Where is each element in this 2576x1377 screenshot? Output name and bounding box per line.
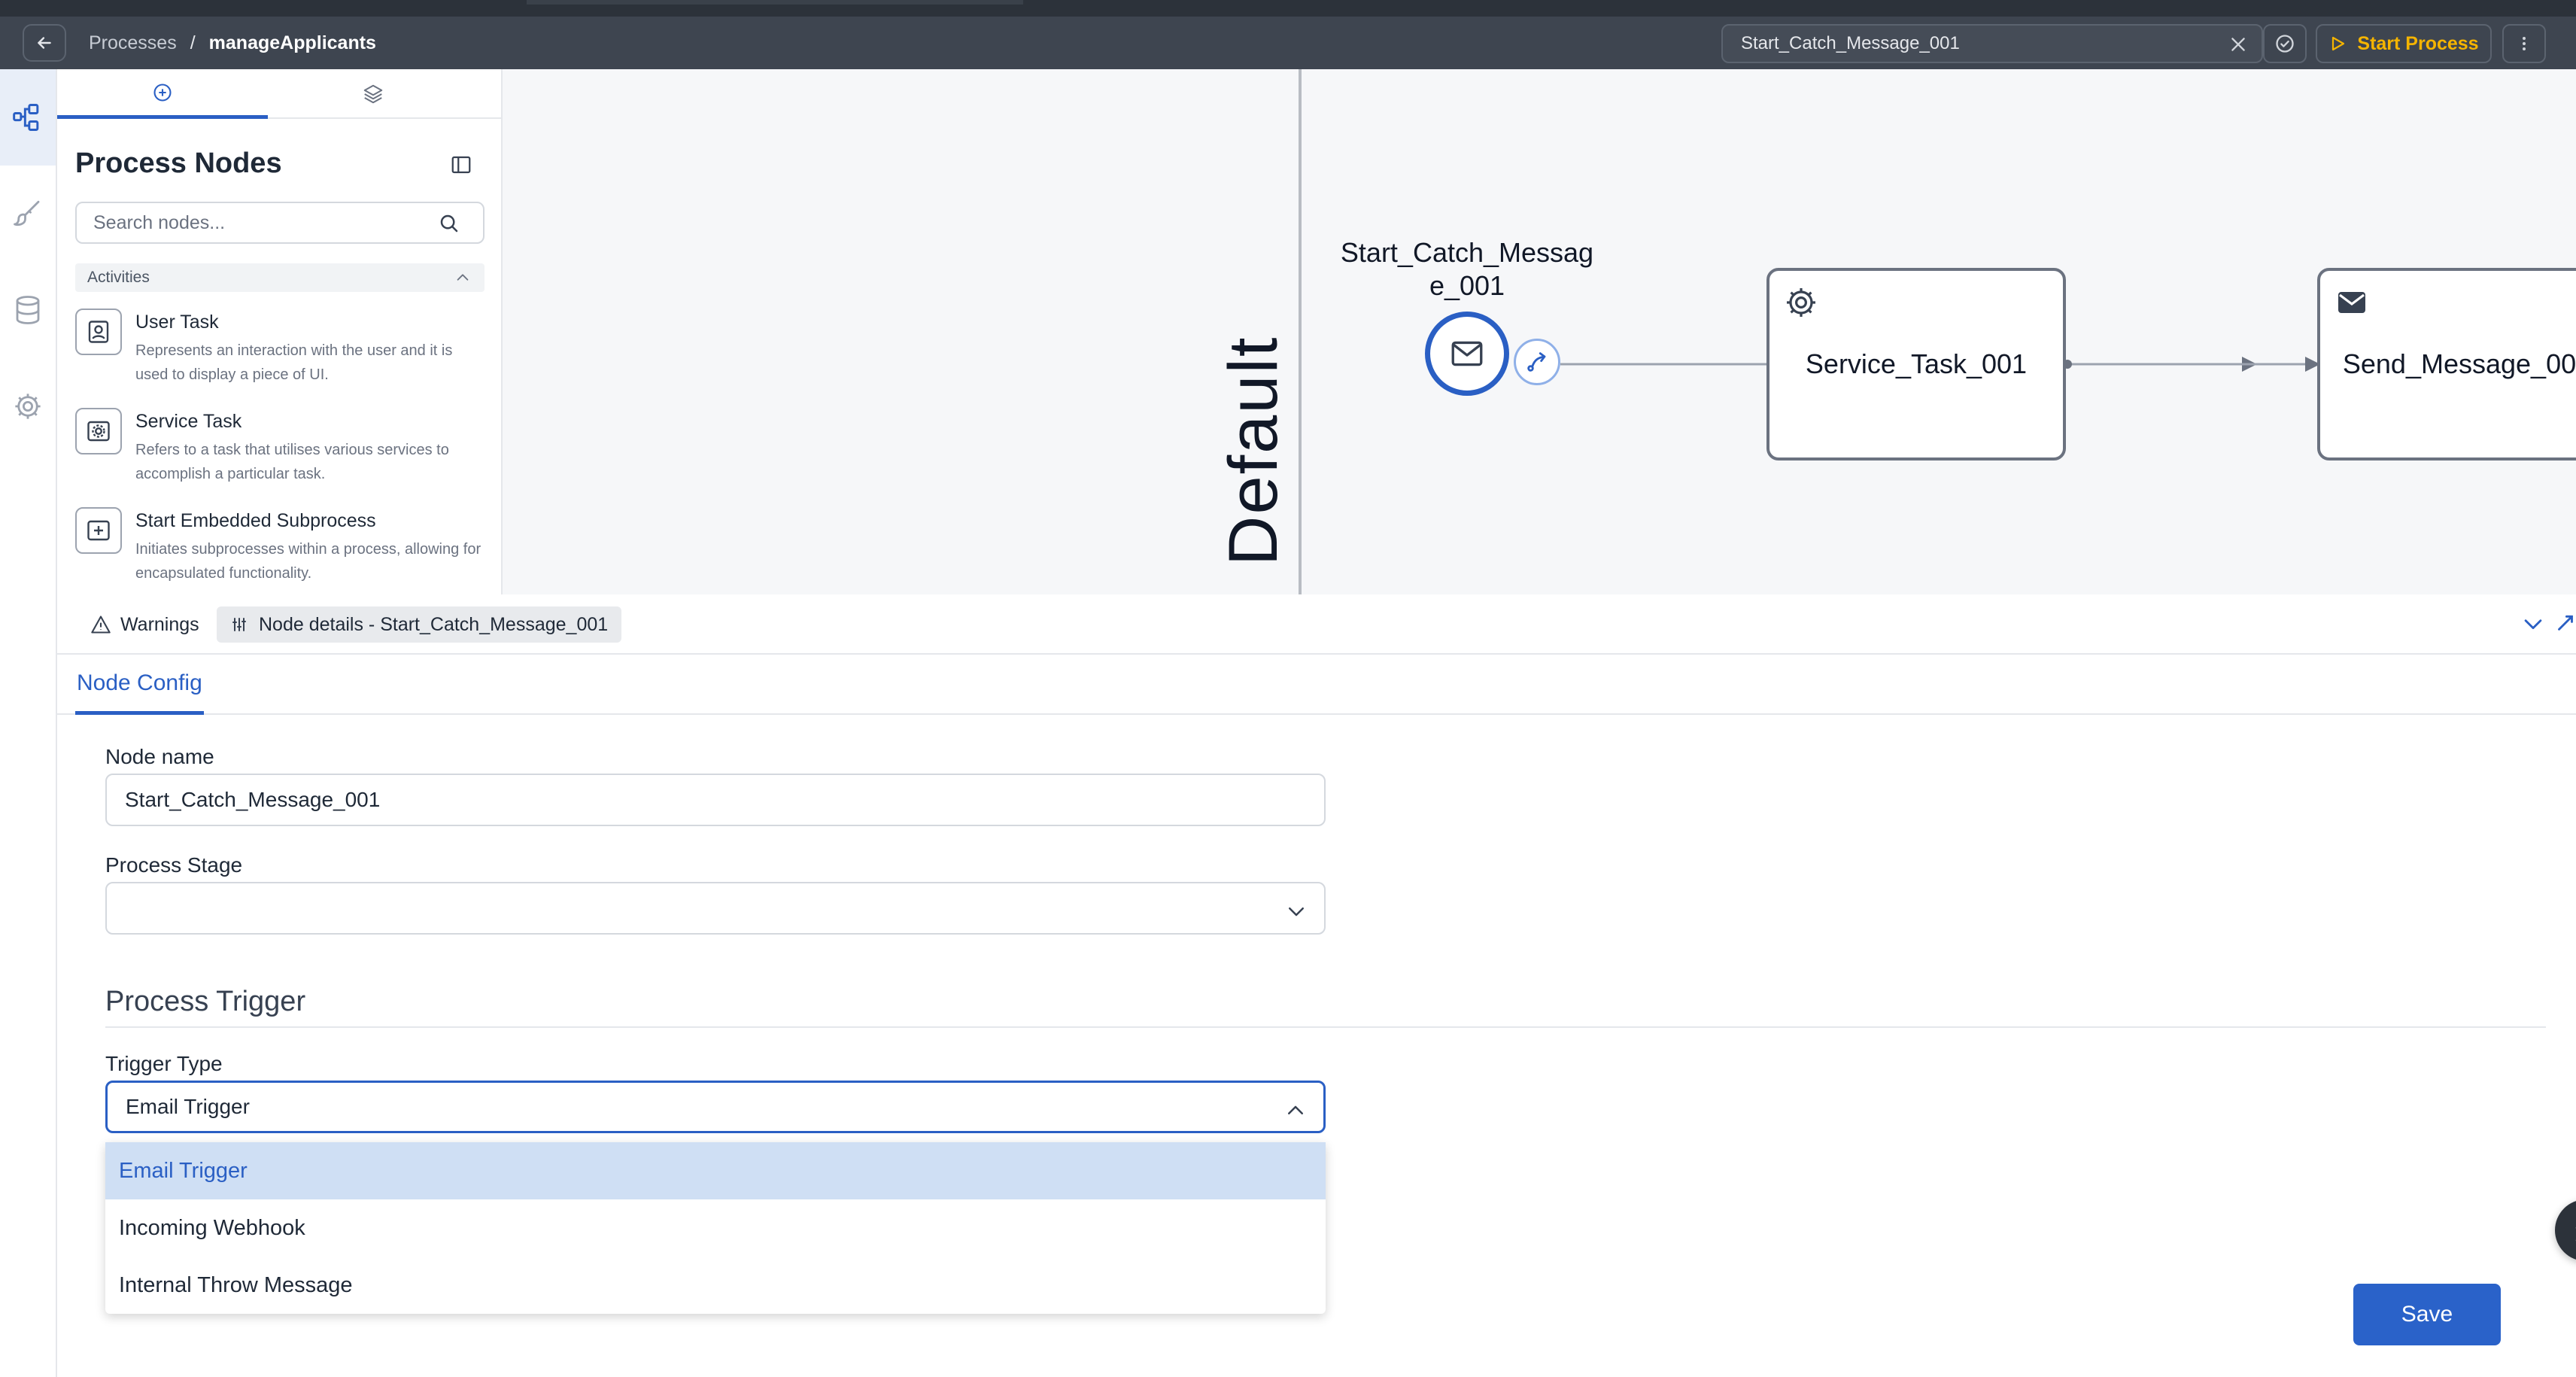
close-icon[interactable] (2228, 35, 2248, 54)
expand-icon[interactable] (2555, 608, 2576, 634)
start-process-label: Start Process (2357, 32, 2479, 54)
node-details-label: Node details - Start_Catch_Message_001 (259, 613, 609, 635)
app-header: Processes / manageApplicants Start_Catch… (0, 17, 2576, 69)
process-trigger-title: Process Trigger (105, 986, 306, 1017)
chevron-down-icon[interactable] (2520, 611, 2546, 637)
node-name-value: Start_Catch_Message_001 (125, 788, 381, 811)
node-name-input[interactable]: Start_Catch_Message_001 (105, 774, 1326, 826)
start-catch-message-node[interactable] (1425, 312, 1509, 396)
section-divider (105, 1026, 2546, 1028)
dropdown-option-incoming-webhook[interactable]: Incoming Webhook (105, 1199, 1326, 1257)
play-icon (2332, 36, 2345, 51)
node-palette: Process Nodes Activities User Task Repre… (57, 69, 503, 594)
config-tabs: Node Config (57, 655, 2576, 715)
process-stage-label: Process Stage (105, 853, 243, 877)
trigger-type-value: Email Trigger (126, 1095, 250, 1118)
palette-tabs (57, 69, 503, 119)
tab-indicator (527, 0, 1023, 5)
envelope-icon (1451, 341, 1483, 366)
save-button[interactable]: Save (2353, 1284, 2501, 1345)
rail-item-process-designer[interactable] (0, 69, 56, 166)
canvas-node-search[interactable]: Start_Catch_Message_001 (1721, 24, 2263, 63)
node-details-tab[interactable]: Node details - Start_Catch_Message_001 (217, 606, 622, 643)
warnings-label: Warnings (120, 613, 199, 635)
palette-node-embedded-subprocess[interactable]: Start Embedded Subprocess Initiates subp… (75, 507, 497, 597)
chevron-up-icon (457, 274, 469, 281)
start-event-label: Start_Catch_Message_001 (1340, 237, 1594, 301)
service-task-icon (75, 408, 122, 454)
palette-node-description: Refers to a task that utilises various s… (135, 442, 449, 482)
palette-node-title: Service Task (135, 411, 242, 432)
back-button[interactable] (23, 24, 66, 62)
arrow-left-icon (38, 37, 51, 49)
gear-icon (15, 394, 41, 419)
app-window: Processes / manageApplicants Start_Catch… (0, 0, 2576, 1377)
bottom-panel-tabs: Warnings Node details - Start_Catch_Mess… (57, 594, 2576, 655)
sliders-icon (232, 618, 246, 631)
dropdown-option-email-trigger[interactable]: Email Trigger (105, 1142, 1326, 1199)
paintbrush-icon (14, 200, 40, 226)
palette-node-service-task[interactable]: Service Task Refers to a task that utili… (75, 408, 497, 498)
palette-node-description: Represents an interaction with the user … (135, 342, 453, 383)
palette-node-user-task[interactable]: User Task Represents an interaction with… (75, 309, 497, 399)
palette-node-description: Initiates subprocesses within a process,… (135, 541, 481, 582)
breadcrumb-separator: / (190, 32, 196, 53)
chevron-up-icon (1288, 1105, 1303, 1114)
route-icon (1527, 352, 1546, 372)
plus-circle-icon (153, 83, 172, 102)
warning-icon (91, 616, 111, 634)
check-circle-icon (2276, 35, 2294, 53)
search-icon (440, 214, 458, 233)
service-task-label: Service_Task_001 (1805, 348, 2028, 379)
subprocess-icon (75, 507, 122, 554)
dropdown-option-internal-throw-message[interactable]: Internal Throw Message (105, 1257, 1326, 1314)
node-name-label: Node name (105, 745, 214, 768)
tab-add-nodes[interactable] (57, 69, 268, 119)
rail-item-theme[interactable] (0, 166, 56, 262)
process-canvas[interactable]: Default Start_Catch_Message_001 Service_… (503, 69, 2576, 594)
warnings-tab[interactable]: Warnings (90, 608, 199, 641)
process-nodes-icon (13, 104, 39, 131)
start-process-button[interactable]: Start Process (2316, 24, 2492, 63)
trigger-type-select[interactable]: Email Trigger (105, 1081, 1326, 1133)
breadcrumb-processes-link[interactable]: Processes (89, 32, 177, 54)
more-vertical-icon (2523, 37, 2526, 50)
activities-section-label: Activities (87, 269, 150, 286)
trigger-type-dropdown: Email Trigger Incoming Webhook Internal … (105, 1142, 1326, 1314)
tab-layers[interactable] (268, 69, 478, 119)
sequence-flows (1560, 357, 2576, 372)
more-options-button[interactable] (2502, 24, 2546, 63)
send-message-label: Send_Message_001 (2342, 348, 2576, 379)
node-search-input[interactable] (75, 202, 485, 244)
activities-section-header[interactable]: Activities (75, 263, 485, 292)
trigger-type-label: Trigger Type (105, 1052, 223, 1075)
user-task-icon (75, 309, 122, 355)
connect-handle[interactable] (1514, 339, 1560, 385)
rail-item-data[interactable] (0, 262, 56, 358)
send-message-node[interactable]: Send_Message_001 (2317, 268, 2576, 461)
node-config-form: Node name Start_Catch_Message_001 Proces… (57, 715, 2576, 1377)
window-top-strip (0, 0, 2576, 17)
palette-title: Process Nodes (75, 147, 282, 179)
validate-button[interactable] (2263, 24, 2307, 63)
sidebar-collapse-icon[interactable] (450, 154, 472, 176)
tab-node-config[interactable]: Node Config (75, 655, 204, 715)
canvas-node-search-value: Start_Catch_Message_001 (1741, 33, 1960, 53)
process-stage-select[interactable] (105, 882, 1326, 935)
chevron-down-icon (1289, 907, 1304, 916)
database-icon (16, 296, 40, 324)
breadcrumb-current: manageApplicants (208, 32, 376, 53)
layers-icon (363, 84, 383, 104)
ai-assistant-button[interactable] (2555, 1199, 2576, 1261)
palette-node-title: Start Embedded Subprocess (135, 510, 376, 531)
breadcrumb: Processes / manageApplicants (89, 17, 376, 69)
rail-item-settings[interactable] (0, 358, 56, 454)
sparkle-icon (2575, 1227, 2576, 1242)
left-rail (0, 69, 57, 1377)
palette-node-title: User Task (135, 312, 219, 333)
service-task-node[interactable]: Service_Task_001 (1766, 268, 2066, 461)
